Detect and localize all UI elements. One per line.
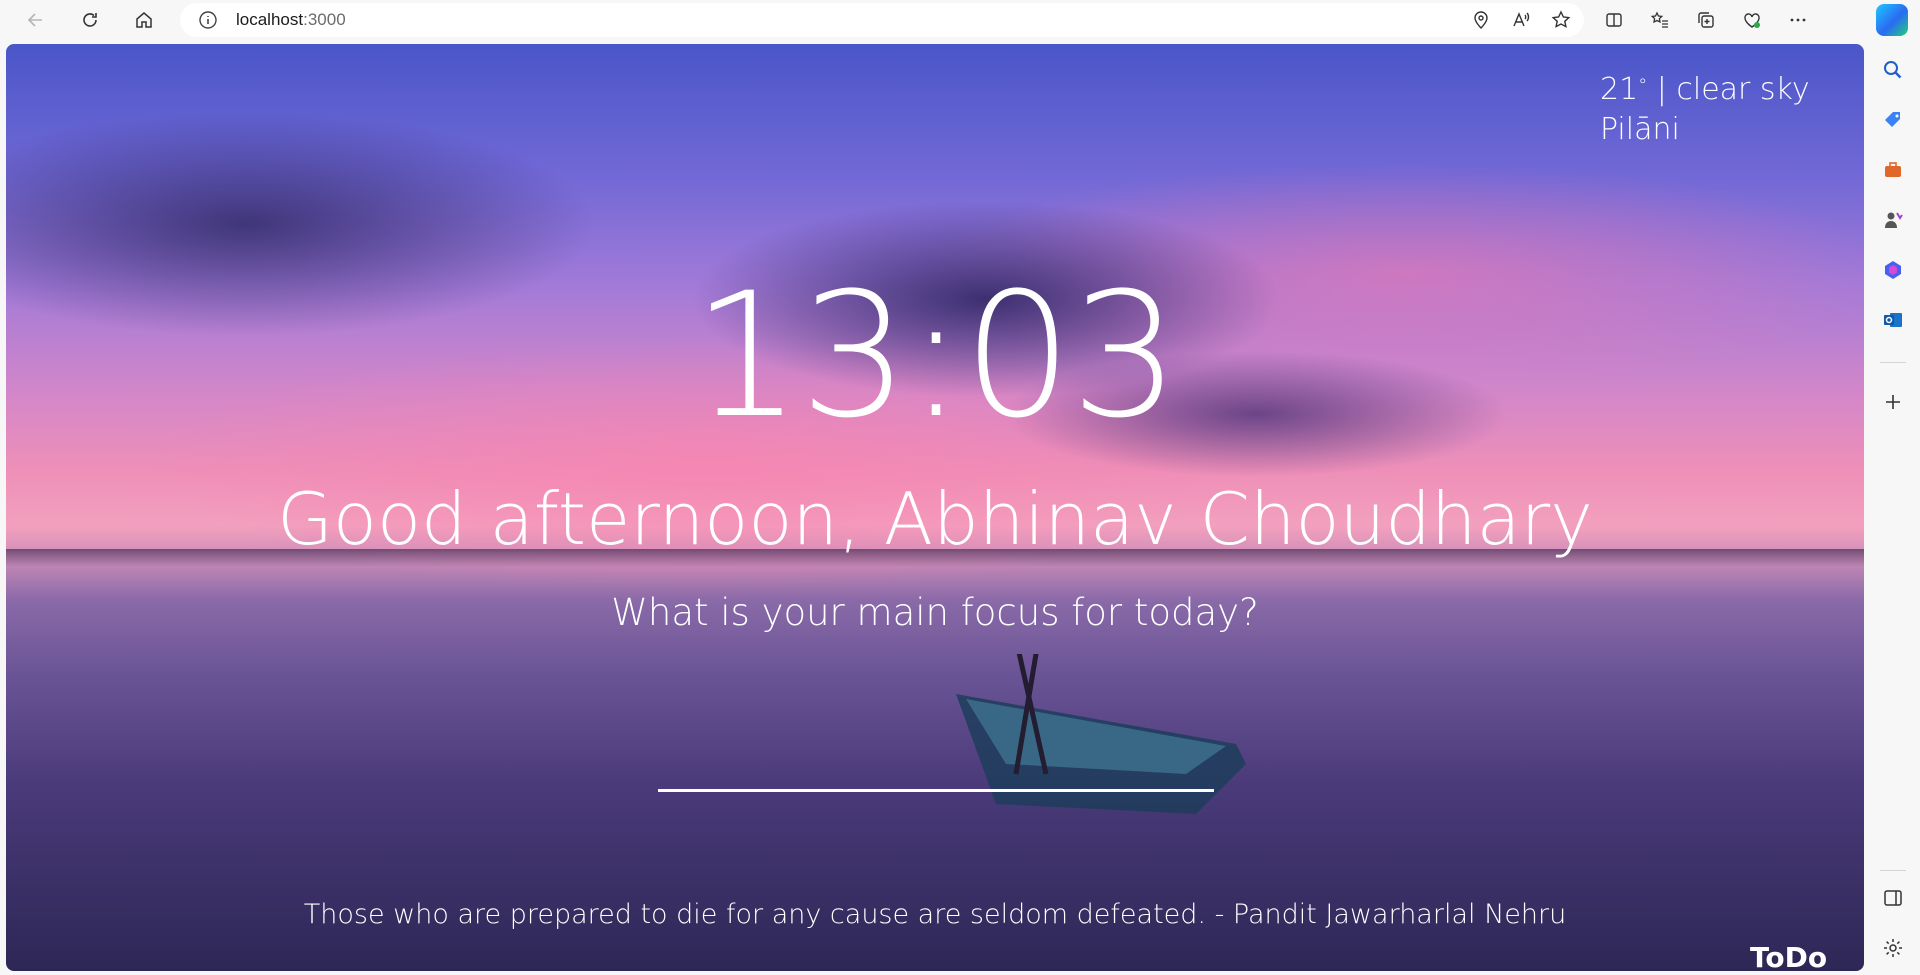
- home-icon[interactable]: [126, 2, 162, 38]
- quote-text: Those who are prepared to die for any ca…: [303, 899, 1567, 930]
- games-icon[interactable]: [1878, 205, 1908, 235]
- weather-location: Pilāni: [1600, 112, 1680, 147]
- browser-essentials-icon[interactable]: [1734, 2, 1770, 38]
- browser-toolbar: localhost:3000: [0, 0, 1920, 40]
- focus-input[interactable]: [658, 744, 1214, 792]
- focus-question: What is your main focus for today?: [611, 591, 1259, 634]
- sidebar-divider: [1880, 362, 1906, 363]
- browser-sidebar: [1866, 40, 1920, 975]
- refresh-icon[interactable]: [72, 2, 108, 38]
- temperature: 21: [1600, 72, 1639, 107]
- outlook-icon[interactable]: [1878, 305, 1908, 335]
- more-options-icon[interactable]: [1780, 2, 1816, 38]
- favorites-list-icon[interactable]: [1642, 2, 1678, 38]
- site-info-icon[interactable]: [198, 10, 218, 30]
- address-bar[interactable]: localhost:3000: [180, 3, 1584, 37]
- sidebar-divider: [1880, 870, 1906, 871]
- collections-icon[interactable]: [1688, 2, 1724, 38]
- page-viewport: 21° | clear sky Pilāni 13:03 Good aftern…: [6, 44, 1864, 971]
- copilot-icon[interactable]: [1876, 4, 1908, 36]
- greeting-text: Good afternoon, Abhinav Choudhary: [277, 477, 1593, 561]
- hide-sidebar-icon[interactable]: [1878, 883, 1908, 913]
- weather-widget: 21° | clear sky Pilāni: [1600, 70, 1810, 150]
- add-plus-icon[interactable]: [1878, 387, 1908, 417]
- search-icon[interactable]: [1878, 55, 1908, 85]
- url-text: localhost:3000: [236, 10, 346, 30]
- split-screen-icon[interactable]: [1596, 2, 1632, 38]
- degree-symbol: °: [1638, 75, 1648, 96]
- clock-time: 13:03: [692, 255, 1180, 456]
- microsoft-365-icon[interactable]: [1878, 255, 1908, 285]
- back-arrow-icon[interactable]: [18, 2, 54, 38]
- shopping-tag-icon[interactable]: [1878, 105, 1908, 135]
- tools-briefcase-icon[interactable]: [1878, 155, 1908, 185]
- weather-line: 21° | clear sky: [1600, 70, 1810, 110]
- boat-silhouette: [956, 654, 1246, 814]
- weather-condition: | clear sky: [1656, 72, 1810, 107]
- read-aloud-icon[interactable]: [1508, 7, 1534, 33]
- favorite-star-icon[interactable]: [1548, 7, 1574, 33]
- location-icon[interactable]: [1468, 7, 1494, 33]
- url-port: :3000: [303, 10, 346, 29]
- url-host: localhost: [236, 10, 304, 29]
- todo-button[interactable]: ToDo: [1750, 941, 1827, 971]
- settings-gear-icon[interactable]: [1878, 933, 1908, 963]
